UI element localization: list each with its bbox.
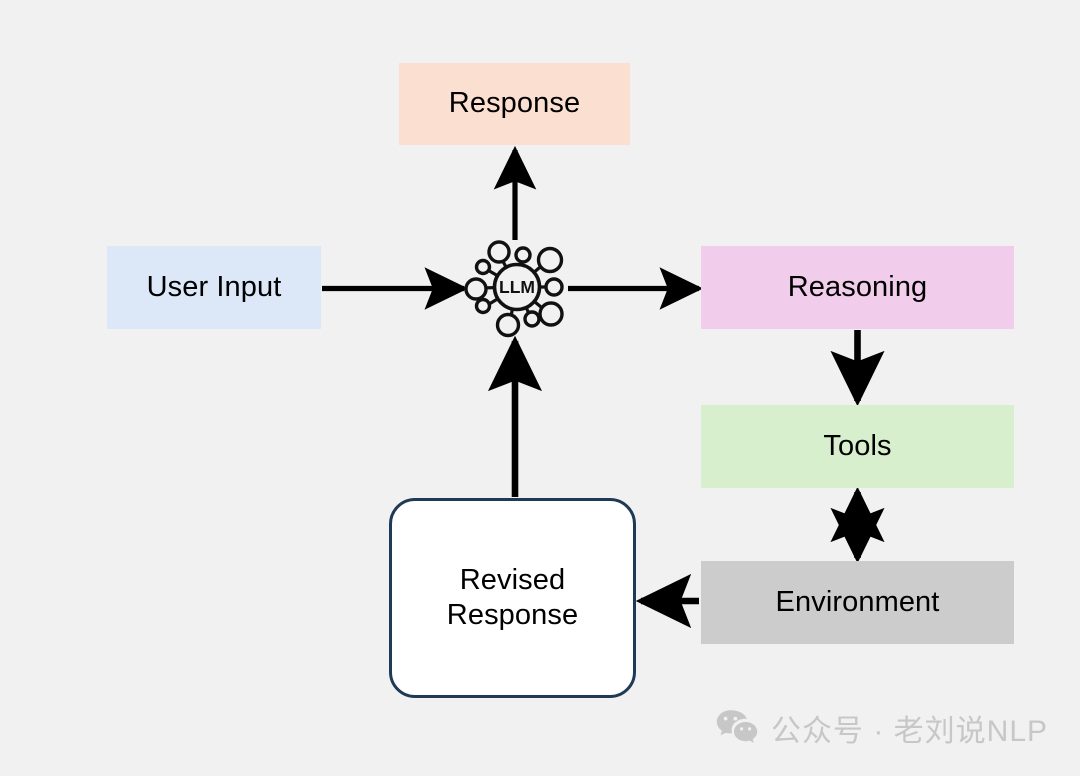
node-tools[interactable]: Tools — [701, 405, 1014, 488]
llm-network-icon[interactable]: LLM — [462, 232, 572, 342]
node-environment[interactable]: Environment — [701, 561, 1014, 644]
llm-icon-label: LLM — [499, 277, 535, 297]
watermark-text: 公众号 · 老刘说NLP — [771, 715, 1049, 748]
diagram-canvas: Response User Input LLM Reasoning Tools … — [0, 0, 1080, 776]
node-revised-response[interactable]: Revised Response — [389, 498, 636, 698]
watermark: 公众号 · 老刘说NLP — [716, 706, 1048, 750]
wechat-icon — [716, 710, 758, 743]
node-response[interactable]: Response — [399, 63, 630, 145]
node-user-input[interactable]: User Input — [107, 246, 321, 329]
node-reasoning[interactable]: Reasoning — [701, 246, 1014, 329]
